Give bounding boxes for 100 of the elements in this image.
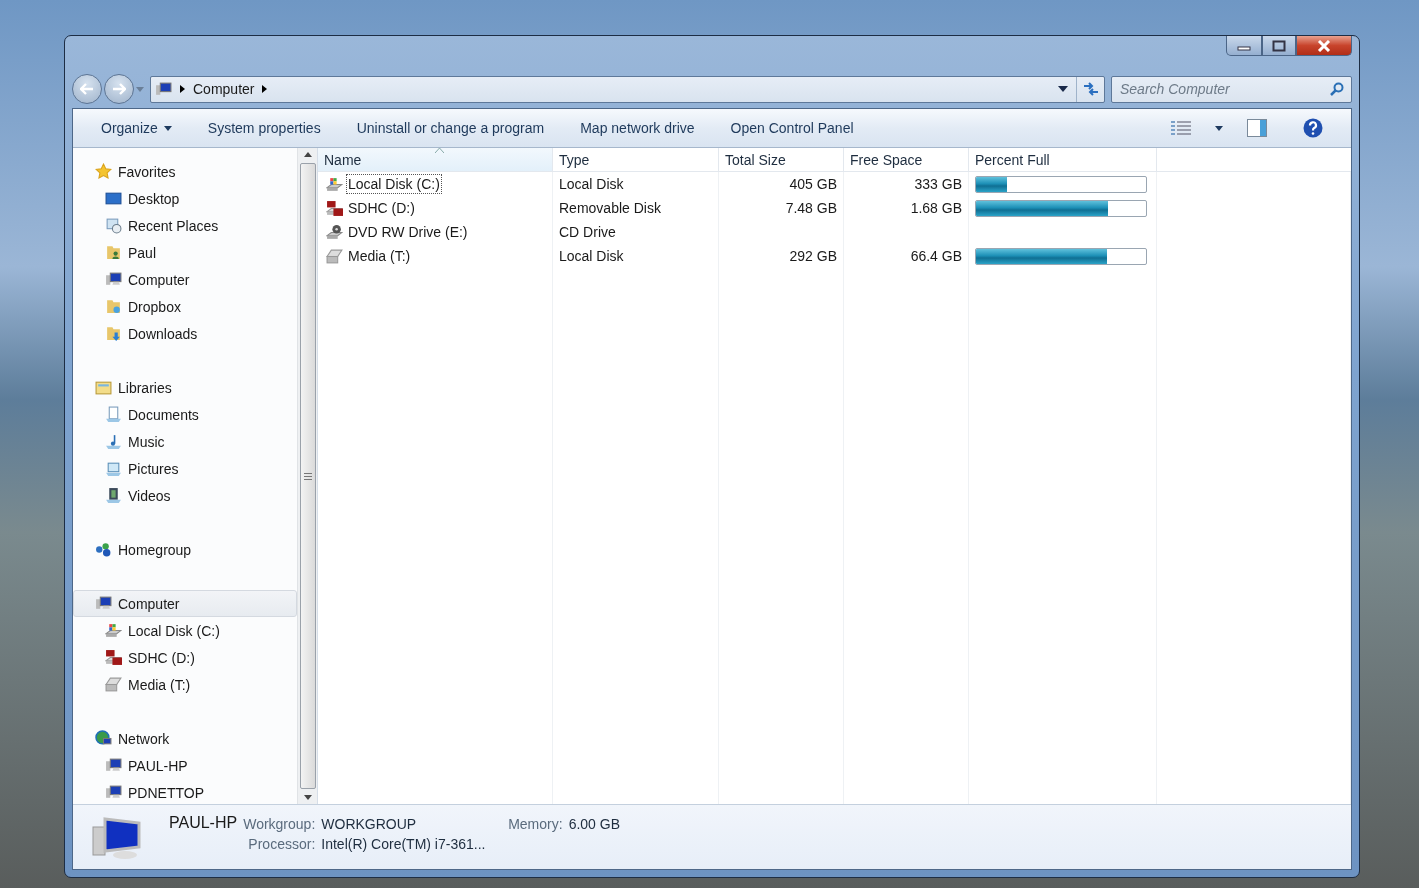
scrollbar[interactable] (297, 148, 317, 804)
search-icon (1330, 81, 1344, 96)
scroll-up-arrow-icon[interactable] (303, 152, 312, 157)
nav-item[interactable]: Pictures (73, 455, 297, 482)
drive-name[interactable]: DVD RW Drive (E:) (346, 222, 470, 242)
user-folder-icon (105, 244, 122, 261)
computer-icon (105, 784, 122, 801)
caret-icon[interactable] (1215, 125, 1223, 131)
field-value: WORKGROUP (321, 816, 417, 832)
star-icon (95, 163, 112, 180)
nav-item[interactable]: Computer (73, 266, 297, 293)
table-cell: 292 GB (789, 248, 837, 264)
table-cell: 66.4 GB (910, 248, 962, 264)
close-button[interactable] (1296, 36, 1352, 56)
close-icon (1317, 39, 1331, 52)
refresh-arrows-icon (1082, 82, 1099, 96)
nav-item[interactable]: Desktop (73, 185, 297, 212)
back-arrow-icon (80, 83, 94, 95)
forward-arrow-icon (112, 83, 126, 95)
table-cell: 1.68 GB (910, 200, 962, 216)
minimize-button[interactable] (1226, 36, 1262, 56)
grip-icon (303, 472, 312, 480)
nav-item[interactable]: Favorites (73, 158, 297, 185)
scroll-down-arrow-icon[interactable] (303, 795, 312, 800)
forward-button[interactable] (104, 74, 134, 104)
hard-drive-icon (326, 247, 343, 265)
table-cell: CD Drive (559, 224, 616, 240)
nav-item[interactable]: Downloads (73, 320, 297, 347)
sd-card-icon (105, 649, 122, 666)
nav-item[interactable]: Paul (73, 239, 297, 266)
field-label: Memory: (508, 816, 563, 832)
nav-item[interactable]: Homegroup (73, 536, 297, 563)
document-icon (105, 406, 122, 423)
toolbar-button[interactable]: Uninstall or change a program (350, 116, 551, 140)
nav-item[interactable]: PDNETTOP (73, 779, 297, 804)
folder-icon (105, 298, 122, 315)
column-header[interactable]: Free Space (844, 148, 969, 171)
nav-item[interactable]: PAUL-HP (73, 752, 297, 779)
column-header[interactable]: Total Size (719, 148, 844, 171)
breadcrumb-arrow-icon[interactable] (262, 85, 268, 93)
field-value: 6.00 GB (568, 816, 620, 832)
details-view-icon (1171, 121, 1191, 135)
table-cell: Local Disk (559, 176, 624, 192)
toolbar-button[interactable]: Map network drive (574, 116, 701, 140)
column-header[interactable]: Percent Full (969, 148, 1157, 171)
table-cell: 405 GB (789, 176, 837, 192)
column-header[interactable]: Name (318, 148, 553, 171)
scroll-thumb[interactable] (299, 163, 316, 789)
field-label: Workgroup: (243, 816, 316, 832)
table-cell: 7.48 GB (785, 200, 837, 216)
library-icon (95, 379, 112, 396)
drive-name[interactable]: SDHC (D:) (346, 198, 417, 218)
table-cell: Local Disk (559, 248, 624, 264)
desktop-icon (105, 190, 122, 207)
computer-name: PAUL-HP (169, 814, 238, 832)
nav-item[interactable]: Documents (73, 401, 297, 428)
table-cell: 333 GB (914, 176, 962, 192)
picture-icon (105, 460, 122, 477)
nav-item[interactable]: Dropbox (73, 293, 297, 320)
toolbar-button[interactable]: System properties (201, 116, 327, 140)
toolbar-button[interactable]: Open Control Panel (724, 116, 860, 140)
recent-pages-caret-icon (136, 86, 144, 92)
nav-item[interactable]: Computer (73, 590, 297, 617)
column-header[interactable]: Type (553, 148, 719, 171)
dvd-drive-icon (326, 223, 343, 241)
breadcrumb-arrow-icon[interactable] (180, 85, 185, 93)
homegroup-icon (95, 541, 112, 558)
drive-name[interactable]: Media (T:) (346, 246, 413, 266)
nav-item[interactable]: SDHC (D:) (73, 644, 297, 671)
back-button[interactable] (72, 74, 102, 104)
hard-drive-icon (105, 676, 122, 693)
nav-item[interactable]: Recent Places (73, 212, 297, 239)
drive-name[interactable]: Local Disk (C:) (346, 174, 442, 194)
music-note-icon (105, 433, 122, 450)
system-drive-icon (326, 175, 343, 193)
address-bar[interactable]: Computer (150, 75, 1105, 103)
breadcrumb-item[interactable]: Computer (193, 81, 255, 97)
nav-item[interactable]: Network (73, 725, 297, 752)
download-folder-icon (105, 325, 122, 342)
computer-icon (105, 757, 122, 774)
system-drive-icon (105, 622, 122, 639)
nav-item[interactable]: Videos (73, 482, 297, 509)
nav-item[interactable]: Music (73, 428, 297, 455)
field-label: Processor: (247, 836, 316, 852)
computer-icon (95, 595, 112, 612)
history-caret-icon[interactable] (1058, 86, 1068, 92)
field-value: Intel(R) Core(TM) i7-361... (321, 836, 487, 852)
sd-card-icon (326, 199, 343, 217)
search-field[interactable]: Search Computer (1111, 75, 1352, 103)
network-globe-icon (95, 730, 112, 747)
maximize-icon (1272, 39, 1286, 52)
computer-icon (105, 271, 122, 288)
table-cell: Removable Disk (559, 200, 661, 216)
nav-item[interactable]: Media (T:) (73, 671, 297, 698)
nav-item[interactable]: Local Disk (C:) (73, 617, 297, 644)
maximize-button[interactable] (1262, 36, 1296, 56)
computer-icon (155, 80, 172, 98)
toolbar-button[interactable]: Organize (95, 116, 178, 140)
nav-item[interactable]: Libraries (73, 374, 297, 401)
preview-pane-icon (1247, 119, 1267, 137)
